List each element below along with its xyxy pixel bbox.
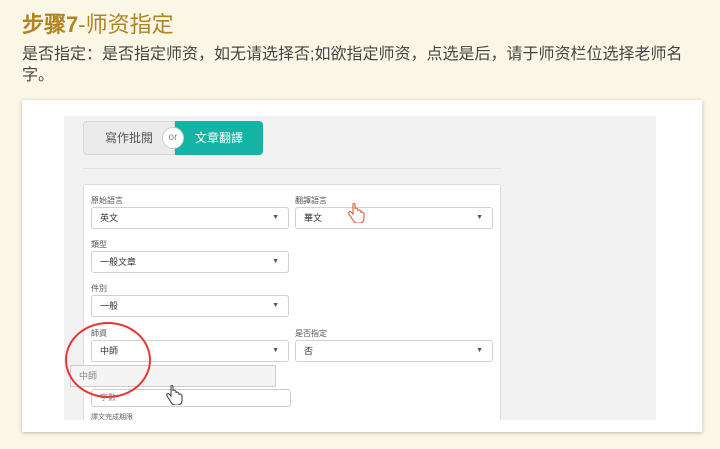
assign-teacher-label: 是否指定: [295, 329, 327, 338]
hand-pointer-icon: [348, 203, 365, 223]
or-badge: or: [162, 127, 184, 149]
grade-value: 一般: [100, 301, 119, 311]
embedded-screenshot: 寫作批閱 or 文章翻譯 原始語言 英文 ▼ 翻譯語言 華文 ▼ 類型 一般文章…: [64, 116, 656, 420]
service-tabs: 寫作批閱 or 文章翻譯: [83, 121, 263, 155]
assign-teacher-select[interactable]: 否 ▼: [295, 340, 493, 362]
highlight-circle: [65, 322, 151, 398]
target-language-value: 華文: [304, 213, 323, 223]
step-title: 步骤7-师资指定: [22, 12, 174, 38]
assign-teacher-value: 否: [304, 346, 314, 356]
step-topic: -师资指定: [78, 12, 174, 37]
step-label: 步骤7: [22, 12, 79, 37]
type-select[interactable]: 一般文章 ▼: [91, 251, 289, 273]
source-language-select[interactable]: 英文 ▼: [91, 207, 289, 229]
hand-pointer-icon: [166, 385, 183, 405]
target-language-label: 翻譯語言: [295, 196, 327, 205]
caret-down-icon: ▼: [272, 347, 279, 354]
source-language-label: 原始語言: [91, 196, 123, 205]
grade-label: 件別: [91, 284, 107, 293]
type-label: 類型: [91, 240, 107, 249]
caret-down-icon: ▼: [476, 347, 483, 354]
divider: [83, 168, 501, 169]
step-description: 是否指定：是否指定师资，如无请选择否;如欲指定师资，点选是后，请于师资栏位选择老…: [22, 46, 683, 84]
deadline-label: 譯文完成期限: [91, 414, 133, 420]
type-value: 一般文章: [100, 257, 137, 267]
caret-down-icon: ▼: [476, 214, 483, 221]
source-language-value: 英文: [100, 213, 119, 223]
caret-down-icon: ▼: [272, 258, 279, 265]
caret-down-icon: ▼: [272, 214, 279, 221]
tab-article-translation[interactable]: 文章翻譯: [175, 121, 263, 155]
caret-down-icon: ▼: [272, 302, 279, 309]
grade-select[interactable]: 一般 ▼: [91, 295, 289, 317]
target-language-select[interactable]: 華文 ▼: [295, 207, 493, 229]
